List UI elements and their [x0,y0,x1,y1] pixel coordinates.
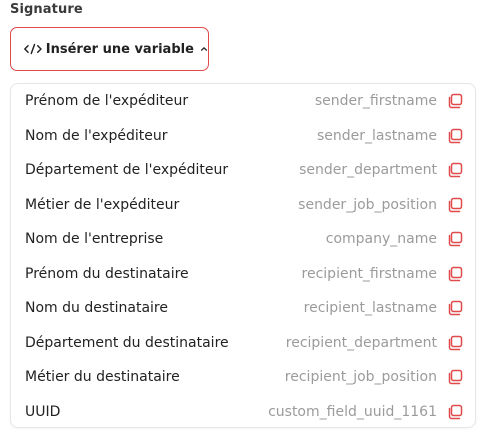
variable-row[interactable]: Nom du destinataire recipient_lastname [11,291,475,325]
copy-icon[interactable] [447,128,463,144]
variable-row[interactable]: Nom de l'expéditeur sender_lastname [11,119,475,153]
variable-row[interactable]: Prénom du destinataire recipient_firstna… [11,257,475,291]
copy-icon[interactable] [447,197,463,213]
variable-label: Métier du destinataire [25,369,180,385]
insert-variable-button[interactable]: Insérer une variable [10,27,209,71]
copy-icon[interactable] [447,93,463,109]
insert-variable-label: Insérer une variable [45,41,194,57]
variable-label: UUID [25,403,61,420]
copy-icon[interactable] [447,369,463,385]
variable-key: recipient_department [285,334,437,351]
chevron-up-icon [200,47,208,51]
variable-key: recipient_firstname [301,265,437,282]
variable-key: custom_field_uuid_1161 [268,403,437,420]
variable-key: sender_department [299,162,437,178]
variable-row[interactable]: Prénom de l'expéditeur sender_firstname [11,84,475,118]
variable-label: Département du destinataire [25,334,229,351]
copy-icon[interactable] [447,266,463,282]
variable-row[interactable]: Métier du destinataire recipient_job_pos… [11,360,475,394]
copy-icon[interactable] [447,335,463,351]
variable-key: recipient_job_position [284,369,437,385]
variable-key: recipient_lastname [303,300,437,316]
copy-icon[interactable] [447,231,463,247]
variable-row[interactable]: Département du destinataire recipient_de… [11,326,475,360]
variable-key: sender_lastname [317,127,437,144]
signature-variable-picker: Signature Insérer une variable Prénom de… [0,0,486,436]
variable-row[interactable]: UUID custom_field_uuid_1161 [11,395,475,429]
code-icon [24,43,42,55]
variable-key: sender_firstname [314,93,437,109]
variable-key: company_name [325,231,437,247]
variable-dropdown: Prénom de l'expéditeur sender_firstname … [10,83,476,428]
variable-row[interactable]: Métier de l'expéditeur sender_job_positi… [11,188,475,222]
variable-row[interactable]: Nom de l'entreprise company_name [11,222,475,256]
variable-key: sender_job_position [298,196,437,213]
copy-icon[interactable] [447,404,463,420]
variable-label: Nom de l'expéditeur [25,127,168,144]
copy-icon[interactable] [447,162,463,178]
variable-label: Métier de l'expéditeur [25,196,180,213]
variable-label: Nom de l'entreprise [25,231,164,247]
variable-label: Nom du destinataire [25,300,168,316]
variable-label: Prénom du destinataire [25,265,189,282]
section-label: Signature [10,2,83,17]
variable-label: Département de l'expéditeur [25,162,229,178]
variable-row[interactable]: Département de l'expéditeur sender_depar… [11,153,475,187]
copy-icon[interactable] [447,300,463,316]
variable-label: Prénom de l'expéditeur [25,93,189,109]
